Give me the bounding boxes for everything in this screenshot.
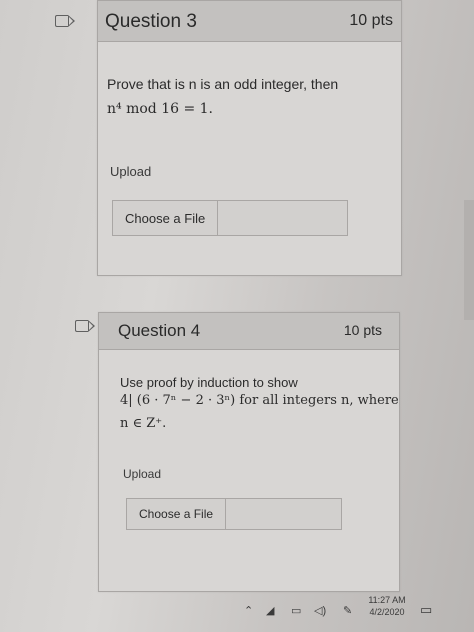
question-prompt-3: Prove that is n is an odd integer, then <box>107 76 339 92</box>
question-math-3: n⁴ mod 16 = 1. <box>107 101 213 117</box>
flag-question-icon-4[interactable] <box>75 319 95 332</box>
file-upload-field-4[interactable]: Choose a File <box>126 498 342 530</box>
question-math-4-line2: n ∈ Z⁺. <box>120 416 167 431</box>
question-math-4-line1: 4| (6 · 7ⁿ − 2 · 3ⁿ) for all integers n,… <box>120 393 399 408</box>
question-points-4: 10 pts <box>343 322 382 338</box>
taskbar-clock[interactable]: 11:27 AM 4/2/2020 <box>362 594 412 618</box>
choose-file-button-3[interactable]: Choose a File <box>113 201 219 235</box>
question-prompt-4: Use proof by induction to show <box>120 375 298 390</box>
upload-label-3: Upload <box>110 164 152 179</box>
notification-icon[interactable]: ▭ <box>420 602 432 618</box>
volume-icon[interactable]: ◁) <box>314 604 326 617</box>
taskbar: ⌃ ◢ ▭ ◁) ✎ 11:27 AM 4/2/2020 ▭ <box>0 592 474 632</box>
clock-date: 4/2/2020 <box>369 607 405 617</box>
clock-time: 11:27 AM <box>368 595 406 605</box>
chevron-up-icon[interactable]: ⌃ <box>244 604 253 617</box>
question-title-3: Question 3 <box>105 11 197 32</box>
choose-file-button-4[interactable]: Choose a File <box>127 499 227 529</box>
flag-question-icon-3[interactable] <box>55 14 75 27</box>
question-header-4: Question 4 10 pts <box>99 313 399 350</box>
choose-file-label-4: Choose a File <box>139 507 214 521</box>
page-scrollbar[interactable] <box>464 200 474 320</box>
question-card-3: Question 3 10 pts Prove that is n is an … <box>97 0 402 276</box>
choose-file-label-3: Choose a File <box>125 210 206 226</box>
question-header-3: Question 3 10 pts <box>98 1 401 42</box>
upload-label-4: Upload <box>123 467 162 481</box>
battery-icon[interactable]: ▭ <box>291 604 301 617</box>
pen-icon[interactable]: ✎ <box>343 604 352 617</box>
file-upload-field-3[interactable]: Choose a File <box>112 200 348 236</box>
question-points-3: 10 pts <box>349 12 393 29</box>
screen: Question 3 10 pts Prove that is n is an … <box>0 0 474 632</box>
question-title-4: Question 4 <box>118 321 201 340</box>
question-card-4: Question 4 10 pts Use proof by induction… <box>98 312 400 592</box>
wifi-icon[interactable]: ◢ <box>266 604 274 617</box>
